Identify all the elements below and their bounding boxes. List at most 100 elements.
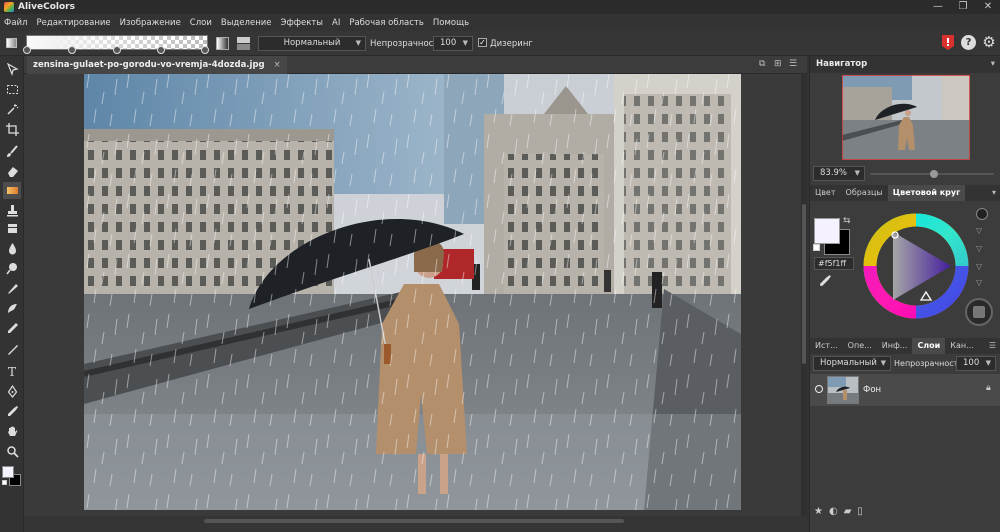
gradient-stop[interactable]	[201, 46, 209, 54]
menu-layers[interactable]: Слои	[190, 18, 212, 28]
dithering-label: Дизеринг	[490, 39, 533, 49]
tab-layers[interactable]: Слои	[912, 338, 946, 354]
triangle-mode-icon[interactable]: ▽	[976, 226, 988, 236]
menu-select[interactable]: Выделение	[221, 18, 272, 28]
new-layer-icon[interactable]: ▯	[857, 506, 863, 517]
marquee-tool-icon[interactable]	[3, 81, 21, 98]
tab-operations[interactable]: Опе...	[843, 338, 877, 354]
crop-tool-icon[interactable]	[3, 121, 21, 138]
gradient-tool-icon[interactable]	[3, 182, 21, 199]
foreground-color-swatch[interactable]	[2, 466, 14, 478]
gradient-editor[interactable]	[23, 35, 209, 54]
pen-tool-icon[interactable]	[3, 383, 21, 400]
hand-tool-icon[interactable]	[3, 423, 21, 440]
grid-view-icon[interactable]: ⊞	[774, 59, 782, 69]
gradient-stop[interactable]	[68, 46, 76, 54]
vertical-scrollbar[interactable]	[801, 74, 807, 516]
layer-opacity-label: Непрозрачность	[894, 359, 963, 368]
blur-tool-icon[interactable]	[3, 240, 21, 257]
triangle-mode-icon[interactable]: ▽	[976, 262, 988, 272]
zoom-select[interactable]: 83.9% ▼	[813, 166, 865, 181]
hex-color-input[interactable]: #f5f1ff	[814, 257, 854, 270]
layer-visibility-icon[interactable]	[815, 385, 823, 393]
gradient-type-icon[interactable]	[6, 38, 17, 48]
brush-tool-icon[interactable]	[3, 143, 21, 160]
tab-color[interactable]: Цвет	[810, 185, 841, 201]
text-tool-icon[interactable]: T	[3, 363, 21, 380]
layer-blend-mode-select[interactable]: Нормальный ▼	[813, 356, 891, 371]
layer-opacity-input[interactable]: 100 ▼	[956, 356, 996, 371]
swap-colors-icon[interactable]: ⇆	[843, 216, 851, 226]
document-tab[interactable]: zensina-gulaet-po-gorodu-vo-vremja-4dozd…	[27, 56, 287, 74]
gear-icon[interactable]: ⚙	[981, 34, 997, 50]
vertical-scrollbar-thumb[interactable]	[802, 204, 806, 364]
triangle-mode-icon[interactable]: ▽	[976, 278, 988, 288]
eraser-tool-icon[interactable]	[3, 163, 21, 180]
dithering-checkbox[interactable]: ✓	[478, 38, 487, 47]
help-icon[interactable]: ?	[961, 35, 976, 50]
tab-color-wheel[interactable]: Цветовой круг	[887, 185, 966, 201]
tab-info[interactable]: Инф...	[877, 338, 913, 354]
gradient-stop[interactable]	[23, 46, 31, 54]
menu-edit[interactable]: Редактирование	[36, 18, 110, 28]
minimize-button[interactable]: —	[926, 0, 950, 14]
default-colors-icon[interactable]	[813, 244, 820, 251]
menu-icon[interactable]: ☰	[789, 59, 797, 69]
default-colors-icon[interactable]	[2, 480, 7, 485]
eyedropper-tool-icon[interactable]	[3, 403, 21, 420]
layer-row[interactable]: Фон 🔒︎	[810, 374, 1000, 406]
gradient-stop[interactable]	[113, 46, 121, 54]
menu-help[interactable]: Помощь	[433, 18, 469, 28]
move-tool-icon[interactable]	[3, 61, 21, 78]
color-picker-button[interactable]	[965, 298, 993, 326]
opacity-input[interactable]: 100 ▼	[433, 36, 473, 51]
dodge-tool-icon[interactable]	[3, 260, 21, 277]
eyedropper-icon[interactable]	[818, 274, 832, 288]
zoom-slider[interactable]	[870, 170, 994, 178]
toolbox: T	[0, 56, 24, 532]
close-tab-icon[interactable]: ×	[274, 60, 281, 70]
stamp-tool-icon[interactable]	[3, 202, 21, 219]
alert-icon[interactable]	[940, 34, 956, 51]
lock-icon[interactable]: 🔒︎	[986, 383, 991, 393]
document-canvas-image[interactable]	[84, 74, 741, 510]
menu-effects[interactable]: Эффекты	[281, 18, 324, 28]
zoom-slider-handle[interactable]	[930, 170, 938, 178]
folder-icon[interactable]: ▰	[844, 506, 852, 517]
gradient-preset-icon[interactable]	[216, 37, 229, 50]
panel-menu-icon[interactable]: ▾	[991, 56, 995, 73]
foreground-color-swatch[interactable]	[814, 218, 840, 244]
liquify-tool-icon[interactable]	[3, 300, 21, 317]
blend-mode-select[interactable]: Нормальный ▼	[258, 36, 366, 51]
panel-menu-icon[interactable]: ☰	[984, 338, 1000, 354]
document-view-icon[interactable]: ⧉	[759, 59, 765, 69]
wheel-mode-icon[interactable]	[976, 208, 988, 220]
layers-bottom-toolbar: ★ ◐ ▰ ▯	[810, 502, 1000, 520]
menu-ai[interactable]: AI	[332, 18, 340, 28]
horizontal-scrollbar-thumb[interactable]	[204, 519, 624, 523]
horizontal-scrollbar[interactable]	[24, 516, 807, 532]
menu-image[interactable]: Изображение	[120, 18, 181, 28]
pencil-tool-icon[interactable]	[3, 320, 21, 337]
heal-tool-icon[interactable]	[3, 220, 21, 237]
panel-menu-icon[interactable]: ▾	[987, 185, 1000, 201]
menu-file[interactable]: Файл	[4, 18, 27, 28]
gradient-stop[interactable]	[157, 46, 165, 54]
zoom-tool-icon[interactable]	[3, 443, 21, 460]
navigator-thumbnail[interactable]	[842, 75, 970, 160]
tab-channels[interactable]: Кан...	[945, 338, 978, 354]
close-window-button[interactable]: ✕	[976, 0, 1000, 14]
ruler-tool-icon[interactable]	[3, 341, 21, 358]
triangle-mode-icon[interactable]: ▽	[976, 244, 988, 254]
adjustment-layer-icon[interactable]: ◐	[829, 506, 838, 517]
magic-wand-tool-icon[interactable]	[3, 101, 21, 118]
maximize-button[interactable]: ❐	[951, 0, 975, 14]
menu-workspace[interactable]: Рабочая область	[349, 18, 424, 28]
tab-swatches[interactable]: Образцы	[841, 185, 888, 201]
star-icon[interactable]: ★	[814, 506, 823, 517]
color-wheel[interactable]	[863, 213, 969, 319]
gradient-shape-icon[interactable]	[237, 37, 250, 50]
document-tab-bar: zensina-gulaet-po-gorodu-vo-vremja-4dozd…	[24, 56, 807, 74]
tab-history[interactable]: Ист...	[810, 338, 843, 354]
smudge-tool-icon[interactable]	[3, 280, 21, 297]
